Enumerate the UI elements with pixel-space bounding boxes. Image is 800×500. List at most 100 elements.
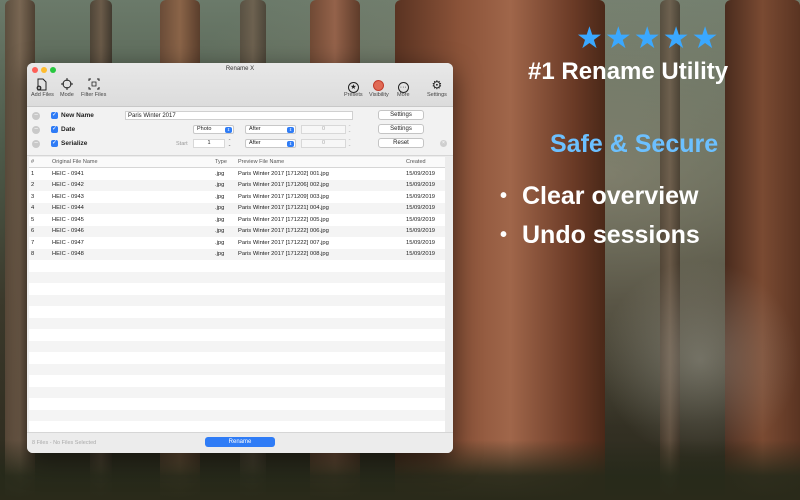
column-header-number[interactable]: # xyxy=(31,159,34,165)
table-row[interactable]: 5 HEIC - 0945 .jpg Paris Winter 2017 [17122… xyxy=(29,214,445,226)
stepper-icon[interactable]: ⌃ ⌄ xyxy=(347,139,352,148)
select-caret-icon: ⇕ xyxy=(287,141,294,147)
empty-row xyxy=(29,329,445,341)
table-row[interactable]: 6 HEIC - 0946 .jpg Paris Winter 2017 [17122… xyxy=(29,225,445,237)
cell-number: 5 xyxy=(31,216,35,223)
eye-icon xyxy=(373,80,385,91)
empty-row xyxy=(29,283,445,295)
cell-created: 15/09/2019 xyxy=(406,170,436,177)
cell-preview: Paris Winter 2017 [171209] 003.jpg xyxy=(238,193,329,200)
add-files-label: Add Files xyxy=(31,92,54,98)
empty-row xyxy=(29,375,445,387)
rule-settings-button[interactable]: Settings xyxy=(378,124,424,134)
remove-rule-icon[interactable]: − xyxy=(32,112,40,120)
close-icon[interactable]: × xyxy=(440,140,447,147)
rule-label: Serialize xyxy=(61,140,88,147)
column-header-original[interactable]: Original File Name xyxy=(52,159,98,165)
cell-preview: Paris Winter 2017 [171222] 005.jpg xyxy=(238,216,329,223)
table-row[interactable]: 3 HEIC - 0943 .jpg Paris Winter 2017 [17120… xyxy=(29,191,445,203)
rating-stars: ★★★★★ xyxy=(576,22,721,55)
table-row[interactable]: 7 HEIC - 0947 .jpg Paris Winter 2017 [17122… xyxy=(29,237,445,249)
cell-original: HEIC - 0941 xyxy=(52,170,84,177)
empty-row xyxy=(29,294,445,306)
new-name-input[interactable]: Paris Winter 2017 xyxy=(125,111,353,120)
empty-row xyxy=(29,421,445,433)
empty-row xyxy=(29,409,445,421)
remove-rule-icon[interactable]: − xyxy=(32,126,40,134)
remove-rule-icon[interactable]: − xyxy=(32,140,40,148)
cell-preview: Paris Winter 2017 [171222] 007.jpg xyxy=(238,239,329,246)
table-row[interactable]: 4 HEIC - 0944 .jpg Paris Winter 2017 [17122… xyxy=(29,202,445,214)
feature-text: Clear overview xyxy=(522,182,699,210)
rule-label: Date xyxy=(61,126,76,133)
date-number-field[interactable]: 0 xyxy=(301,125,346,134)
titlebar: Rename X Add Files Mode Filter Files ★ P… xyxy=(27,63,453,107)
cell-type: .jpg xyxy=(215,216,225,223)
visibility-button[interactable]: Visibility xyxy=(369,78,389,98)
cell-type: .jpg xyxy=(215,193,225,200)
cell-preview: Paris Winter 2017 [171221] 004.jpg xyxy=(238,205,329,211)
rule-enabled-checkbox[interactable]: ✓ xyxy=(51,112,58,119)
window-title: Rename X xyxy=(225,66,255,72)
cell-original: HEIC - 0945 xyxy=(52,216,84,223)
select-value: Photo xyxy=(197,126,212,132)
table-row[interactable]: 2 HEIC - 0942 .jpg Paris Winter 2017 [17120… xyxy=(29,179,445,191)
cell-original: HEIC - 0943 xyxy=(52,193,84,200)
cell-created: 15/09/2019 xyxy=(406,216,436,223)
serialize-position-select[interactable]: After ⇕ xyxy=(245,139,296,148)
rules-panel: − ✓ New Name Paris Winter 2017 Settings … xyxy=(27,107,453,156)
headline: #1 Rename Utility xyxy=(528,58,729,85)
start-field[interactable]: 1 xyxy=(193,139,225,148)
rule-enabled-checkbox[interactable]: ✓ xyxy=(51,126,58,133)
forest-haze xyxy=(600,260,800,460)
cell-number: 7 xyxy=(31,239,35,246)
cell-type: .jpg xyxy=(215,182,225,188)
cell-created: 15/09/2019 xyxy=(406,239,436,246)
cell-original: HEIC - 0942 xyxy=(52,182,84,188)
select-value: After xyxy=(249,126,261,132)
stepper-icon[interactable]: ⌃ ⌄ xyxy=(227,139,232,148)
presets-label: Presets xyxy=(344,92,363,98)
date-source-select[interactable]: Photo ⇕ xyxy=(193,125,234,134)
table-row[interactable]: 1 HEIC - 0941 .jpg Paris Winter 2017 [17120… xyxy=(29,168,445,180)
rule-date: − ✓ Date Photo ⇕ After ⇕ 0 ⌃ ⌄ Settings xyxy=(27,123,453,137)
cell-type: .jpg xyxy=(215,170,225,177)
reset-button[interactable]: Reset xyxy=(378,138,424,148)
rule-settings-button[interactable]: Settings xyxy=(378,110,424,120)
filter-files-button[interactable]: Filter Files xyxy=(81,78,106,98)
stepper-icon[interactable]: ⌃ ⌄ xyxy=(347,125,352,134)
rule-enabled-checkbox[interactable]: ✓ xyxy=(51,140,58,147)
cell-original: HEIC - 0947 xyxy=(52,239,84,246)
bullet-icon: • xyxy=(500,224,508,246)
star-icon: ★ xyxy=(344,78,363,93)
presets-button[interactable]: ★ Presets xyxy=(344,78,363,98)
column-header-created[interactable]: Created xyxy=(406,159,426,165)
status-text: 8 Files - No Files Selected xyxy=(32,440,97,446)
more-button[interactable]: ··· More xyxy=(397,78,410,98)
cell-created: 15/09/2019 xyxy=(406,251,436,257)
cell-type: .jpg xyxy=(215,251,225,257)
empty-row xyxy=(29,306,445,318)
cell-type: .jpg xyxy=(215,205,225,211)
crosshair-icon xyxy=(60,78,74,92)
column-header-type[interactable]: Type xyxy=(215,159,227,165)
cell-created: 15/09/2019 xyxy=(406,205,436,211)
feature-item: • Clear overview xyxy=(500,182,700,221)
serialize-number-field[interactable]: 0 xyxy=(301,139,346,148)
date-position-select[interactable]: After ⇕ xyxy=(245,125,296,134)
mode-button[interactable]: Mode xyxy=(60,78,74,98)
select-caret-icon: ⇕ xyxy=(287,127,294,133)
empty-row xyxy=(29,386,445,398)
cell-created: 15/09/2019 xyxy=(406,182,436,188)
file-table: # Original File Name Type Preview File N… xyxy=(29,157,445,432)
cell-created: 15/09/2019 xyxy=(406,193,436,200)
settings-button[interactable]: ⚙ Settings xyxy=(427,78,447,98)
cell-preview: Paris Winter 2017 [171206] 002.jpg xyxy=(238,182,329,188)
add-files-button[interactable]: Add Files xyxy=(31,78,54,98)
empty-row xyxy=(29,363,445,375)
column-header-preview[interactable]: Preview File Name xyxy=(238,159,284,165)
select-value: After xyxy=(249,140,261,146)
cell-original: HEIC - 0944 xyxy=(52,205,84,211)
table-row[interactable]: 8 HEIC - 0948 .jpg Paris Winter 2017 [17122… xyxy=(29,248,445,260)
rename-button[interactable]: Rename xyxy=(205,437,275,447)
